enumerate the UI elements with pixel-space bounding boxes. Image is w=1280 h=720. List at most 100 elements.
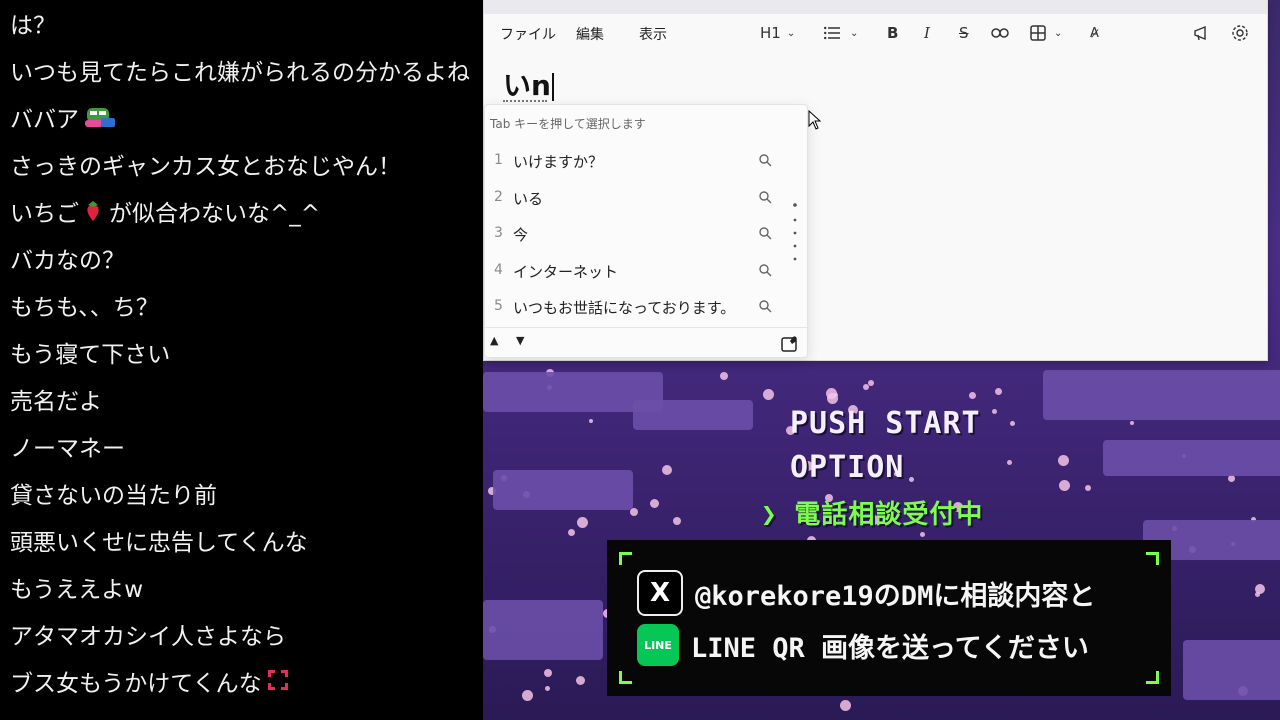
cherry-blossom-decoration (840, 700, 851, 711)
settings-icon (1232, 25, 1248, 41)
dm-info-box: X @korekore19のDMに相談内容と LINE LINE QR 画像を送… (607, 540, 1171, 696)
table-icon (1030, 25, 1046, 41)
cherry-blossom-decoration (568, 529, 575, 536)
ime-candidate[interactable]: 1 いけますか？ (485, 143, 785, 179)
cherry-blossom-decoration (969, 392, 976, 399)
pixel-frog-emote-icon (83, 101, 117, 141)
ime-settings-icon[interactable] (781, 335, 799, 353)
candidate-text: いけますか？ (513, 153, 604, 171)
menu-edit[interactable]: 編集 (576, 24, 604, 44)
chat-message-text: もちも、、ち？ (10, 295, 159, 321)
table-button[interactable]: ⌄ (1030, 22, 1062, 44)
cherry-blossom-decoration (576, 676, 585, 685)
chat-message: ババア (10, 100, 117, 140)
search-icon[interactable] (758, 263, 772, 277)
ime-hint: Tab キーを押して選択します (490, 117, 646, 131)
list-icon (824, 26, 840, 40)
heading-dropdown[interactable]: H1 ⌄ (760, 22, 795, 44)
cloud-decoration (1043, 370, 1280, 420)
chat-message: 貸さないの当たり前 (10, 476, 217, 516)
cloud-decoration (633, 400, 753, 430)
ime-candidate[interactable]: 4 インターネット (485, 253, 785, 289)
cloud-decoration (1183, 640, 1280, 700)
strikethrough-icon: S (959, 24, 969, 42)
chat-message: 売名だよ (10, 382, 102, 422)
cherry-blossom-decoration (909, 477, 914, 482)
candidate-text: いつもお世話になっております。 (513, 299, 736, 317)
announce-icon (1194, 25, 1206, 41)
text-caret (551, 73, 554, 101)
line-logo-icon: LINE (637, 624, 679, 666)
ime-candidate[interactable]: 5 いつもお世話になっております。 (485, 289, 785, 325)
chevron-down-icon: ⌄ (786, 27, 796, 39)
chat-message-suffix: が似合わないな^_^ (109, 201, 321, 227)
chat-message: 頭悪いくせに忠告してくんな (10, 523, 308, 563)
cherry-blossom-decoration (1130, 421, 1134, 425)
ime-divider (485, 327, 807, 328)
dm-line-2: LINE QR 画像を送ってください (691, 632, 1089, 664)
cloud-decoration (493, 470, 633, 510)
dm-line-1: @korekore19のDMに相談内容と (695, 580, 1096, 612)
cherry-blossom-decoration (1228, 475, 1235, 482)
cherry-blossom-decoration (1059, 480, 1070, 491)
cloud-decoration (483, 600, 603, 660)
spellcheck-button[interactable]: A̷ (1090, 22, 1099, 44)
menu-selected-row: ❯ 電話相談受付中 (761, 494, 983, 531)
heading-label: H1 (760, 24, 781, 42)
menu-view[interactable]: 表示 (639, 24, 667, 44)
search-icon[interactable] (758, 190, 772, 204)
chat-message-text: ノーマネー (10, 436, 125, 462)
dm-row-x: X @korekore19のDMに相談内容と (637, 570, 1095, 616)
cherry-blossom-decoration (868, 380, 874, 386)
page-down-icon[interactable]: ▼ (516, 334, 524, 347)
menu-selected-label: 電話相談受付中 (794, 500, 984, 530)
chat-message-text: アタマオカシイ人さよなら (10, 624, 286, 650)
chat-message-text: バカなの？ (10, 248, 125, 274)
list-button[interactable]: ⌄ (824, 22, 858, 44)
spellcheck-icon: A̷ (1090, 25, 1099, 41)
chat-message-text: 頭悪いくせに忠告してくんな (10, 530, 308, 556)
candidate-number: 2 (494, 189, 503, 205)
settings-button[interactable] (1231, 22, 1249, 44)
chat-message: いつも見てたらこれ嫌がられるの分かるよね (10, 53, 470, 93)
cherry-blossom-decoration (545, 686, 550, 691)
dm-row-line: LINE LINE QR 画像を送ってください (637, 624, 1089, 666)
chat-message-text: は？ (10, 13, 56, 39)
search-icon[interactable] (758, 153, 772, 167)
chat-message-text: さっきのギャンカス女とおなじやん！ (10, 154, 401, 180)
link-icon (991, 28, 1009, 38)
chat-message: いちご が似合わないな^_^ (10, 194, 320, 234)
chat-message: もちも、、ち？ (10, 288, 159, 328)
chat-message-text: ブス女もうかけてくんな (10, 671, 262, 697)
chat-message: もう寝て下さい (10, 335, 170, 375)
search-icon[interactable] (758, 226, 772, 240)
notepad-window: ファイル 編集 表示 H1 ⌄ ⌄ B I S ⌄ A̷ いn Tab キーを押… (483, 0, 1268, 361)
selector-arrow-icon: ❯ (761, 500, 778, 530)
ime-candidate[interactable]: 2 いる (485, 180, 785, 216)
x-logo-icon: X (637, 570, 683, 616)
chat-message-text: いちご (10, 201, 79, 227)
search-icon[interactable] (758, 299, 772, 313)
italic-button[interactable]: I (924, 22, 930, 44)
cherry-blossom-decoration (544, 669, 552, 677)
menu-file[interactable]: ファイル (500, 24, 556, 44)
cherry-blossom-decoration (589, 419, 593, 423)
chat-message: ブス女もうかけてくんな (10, 664, 290, 704)
strikethrough-button[interactable]: S (959, 22, 969, 44)
link-button[interactable] (991, 22, 1009, 44)
menu-bar: ファイル 編集 表示 (484, 18, 1267, 48)
chat-message-text: もう寝て下さい (10, 342, 171, 368)
option-label: OPTION (790, 450, 905, 485)
chat-message: ノーマネー (10, 429, 125, 469)
bold-button[interactable]: B (887, 22, 898, 44)
ime-candidate-popup: Tab キーを押して選択します 1 いけますか？ 2 いる 3 今 4 インターネット 5 いつも… (484, 104, 808, 358)
chat-message: は？ (10, 6, 56, 46)
ime-scroll-dots[interactable] (793, 203, 797, 265)
announce-button[interactable] (1193, 22, 1211, 44)
cherry-blossom-decoration (992, 409, 997, 414)
cherry-blossom-decoration (920, 532, 925, 537)
ime-candidate[interactable]: 3今 (485, 216, 785, 252)
bold-icon: B (887, 24, 899, 42)
cherry-blossom-decoration (1255, 584, 1265, 594)
page-up-icon[interactable]: ▲ (490, 334, 498, 347)
